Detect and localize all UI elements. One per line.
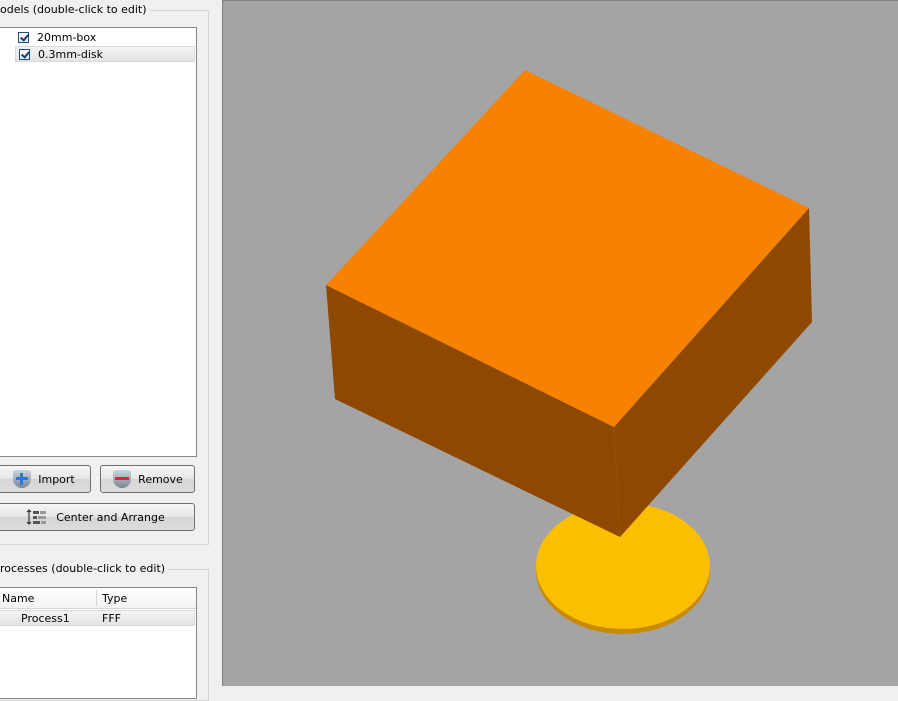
processes-table[interactable]: Name Type Process1 FFF [0, 587, 197, 699]
process-name-cell: Process1 [21, 612, 70, 625]
processes-table-header: Name Type [0, 588, 196, 609]
remove-button[interactable]: Remove [100, 465, 195, 493]
models-group-title: odels (double-click to edit) [0, 3, 150, 16]
model-name: 0.3mm-disk [38, 47, 104, 61]
model-checkbox[interactable] [18, 31, 29, 43]
models-list[interactable]: 20mm-box 0.3mm-disk [0, 27, 197, 457]
model-checkbox[interactable] [19, 48, 30, 60]
table-row[interactable]: Process1 FFF [0, 610, 195, 626]
list-item-20mm-box[interactable]: 20mm-box [15, 29, 195, 45]
remove-button-label: Remove [138, 472, 183, 486]
center-and-arrange-button[interactable]: Center and Arrange [0, 503, 195, 531]
remove-icon [112, 469, 132, 489]
box-model[interactable] [326, 70, 812, 537]
3d-viewport[interactable] [222, 0, 898, 686]
process-type-cell: FFF [102, 612, 121, 625]
processes-group-title: rocesses (double-click to edit) [0, 562, 169, 575]
model-name: 20mm-box [37, 30, 97, 44]
scene-canvas[interactable] [222, 0, 898, 686]
import-icon [12, 469, 32, 489]
column-header-type[interactable]: Type [102, 588, 127, 608]
import-button[interactable]: Import [0, 465, 91, 493]
import-button-label: Import [38, 472, 75, 486]
column-header-name[interactable]: Name [2, 588, 34, 608]
left-pane: odels (double-click to edit) 20mm-box 0.… [0, 0, 213, 701]
center-and-arrange-label: Center and Arrange [56, 510, 165, 524]
arrange-icon [26, 507, 50, 527]
list-item-0.3mm-disk[interactable]: 0.3mm-disk [15, 46, 195, 62]
